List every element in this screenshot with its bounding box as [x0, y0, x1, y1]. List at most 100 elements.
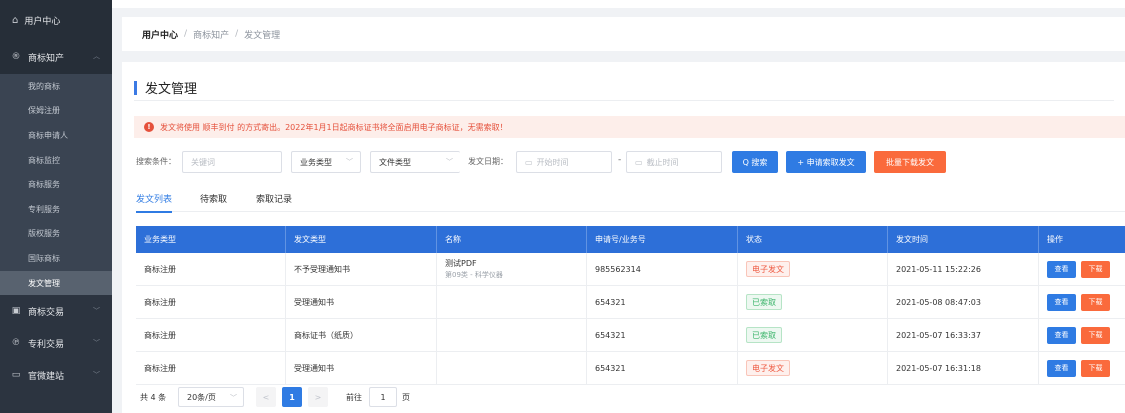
download-button[interactable]: 下载: [1081, 359, 1110, 377]
sidebar-item-my-trademarks[interactable]: 我的商标: [0, 74, 112, 99]
batch-download-button[interactable]: 批量下载发文: [874, 151, 946, 173]
view-button[interactable]: 查看: [1047, 293, 1076, 311]
biz-type-select[interactable]: 业务类型 ﹀: [291, 151, 361, 173]
sidebar-item-label: 用户中心: [24, 16, 61, 27]
sidebar-item-label: 商标服务: [28, 180, 60, 190]
breadcrumb-item-trademark[interactable]: 商标知产: [193, 28, 229, 41]
download-button[interactable]: 下载: [1081, 326, 1110, 344]
table-row: 商标注册 不予受理通知书 测试PDF 第09类 - 科学仪器 985562314…: [136, 253, 1125, 286]
cell-doc-type: 不予受理通知书: [286, 253, 437, 285]
breadcrumb-separator: /: [235, 29, 239, 39]
breadcrumb: 用户中心 / 商标知产 / 发文管理: [122, 17, 1125, 51]
sidebar-group-label: 商标知产: [28, 53, 65, 64]
col-header: 申请号/业务号: [587, 226, 738, 253]
date-label: 发文日期：: [468, 157, 508, 166]
search-button[interactable]: Q 搜索: [732, 151, 778, 173]
chevron-up-icon: ︿: [93, 52, 100, 60]
calendar-icon: ▭: [635, 157, 643, 167]
cell-name: [437, 352, 587, 384]
view-button[interactable]: 查看: [1047, 260, 1076, 278]
apply-request-button[interactable]: + 申请索取发文: [786, 151, 866, 173]
sidebar-item-label: 商标申请人: [28, 130, 68, 140]
view-button[interactable]: 查看: [1047, 326, 1076, 344]
registered-icon: ®: [11, 52, 21, 62]
search-label: 搜索条件：: [136, 157, 176, 166]
view-button[interactable]: 查看: [1047, 359, 1076, 377]
sidebar-group-label: 专利交易: [28, 339, 65, 350]
cell-actions: 查看 下载: [1039, 319, 1125, 351]
cell-biz: 商标注册: [136, 286, 286, 318]
sidebar-group-tm-trade[interactable]: ▣ 商标交易 ﹀: [0, 295, 112, 327]
tab-doc-list[interactable]: 发文列表: [136, 192, 173, 213]
sidebar-item-copyright-service[interactable]: 版权服务: [0, 221, 112, 247]
search-bar: 搜索条件： 关键词 业务类型 ﹀ 文件类型 ﹀ 发文日期： ▭ 开始时间 - ▭…: [136, 151, 1125, 173]
sidebar-item-nanny-register[interactable]: 保姆注册: [0, 98, 112, 124]
title-accent-bar: [134, 80, 137, 95]
page-size-select[interactable]: 20条/页 ﹀: [178, 387, 244, 407]
cell-time: 2021-05-07 16:31:18: [888, 352, 1039, 384]
sidebar-item-label: 保姆注册: [28, 106, 60, 116]
status-badge: 已索取: [746, 294, 782, 310]
tab-request-records[interactable]: 索取记录: [256, 192, 292, 211]
tab-pending[interactable]: 待索取: [200, 192, 227, 211]
home-icon: ⌂: [12, 14, 19, 26]
sidebar-item-label: 我的商标: [28, 81, 60, 91]
patent-icon: ℗: [11, 338, 21, 349]
biz-type-value: 业务类型: [300, 157, 332, 167]
sidebar-item-doc-management[interactable]: 发文管理: [0, 270, 112, 296]
sidebar-group-trademark[interactable]: ® 商标知产 ︿: [0, 40, 112, 74]
next-page-button[interactable]: >: [308, 387, 328, 407]
chevron-down-icon: ﹀: [346, 158, 353, 166]
col-header: 状态: [738, 226, 888, 253]
sidebar-item-applicant[interactable]: 商标申请人: [0, 123, 112, 148]
cell-actions: 查看 下载: [1039, 352, 1125, 384]
cell-time: 2021-05-11 15:22:26: [888, 253, 1039, 285]
col-header: 发文时间: [888, 226, 1039, 253]
col-header: 业务类型: [136, 226, 286, 253]
chevron-down-icon: ﹀: [446, 158, 453, 166]
goto-label: 前往: [346, 393, 362, 402]
cell-status: 电子发文: [738, 253, 888, 285]
cell-doc-type: 受理通知书: [286, 352, 437, 384]
start-date-input[interactable]: ▭ 开始时间: [516, 151, 612, 173]
breadcrumb-separator: /: [184, 29, 188, 39]
sidebar-item-monitor[interactable]: 商标监控: [0, 147, 112, 173]
sidebar-item-label: 发文管理: [28, 278, 60, 288]
sidebar-item-patent-service[interactable]: 专利服务: [0, 196, 112, 222]
table-row: 商标注册 受理通知书 654321 电子发文 2021-05-07 16:31:…: [136, 352, 1125, 385]
table-row: 商标注册 受理通知书 654321 已索取 2021-05-08 08:47:0…: [136, 286, 1125, 319]
breadcrumb-item-current: 发文管理: [244, 30, 281, 41]
shop-icon: ▣: [11, 306, 21, 317]
download-button[interactable]: 下载: [1081, 293, 1110, 311]
start-date-placeholder: 开始时间: [536, 157, 569, 167]
sidebar-item-intl-trademark[interactable]: 国际商标: [0, 246, 112, 271]
sidebar-item-label: 专利服务: [28, 204, 60, 214]
goto-page-input[interactable]: 1: [369, 387, 397, 407]
file-type-select[interactable]: 文件类型 ﹀: [370, 151, 460, 173]
page-number-current[interactable]: 1: [282, 387, 302, 407]
sidebar-group-patent-trade[interactable]: ℗ 专利交易 ﹀: [0, 327, 112, 359]
sidebar-item-tm-service[interactable]: 商标服务: [0, 172, 112, 197]
end-date-input[interactable]: ▭ 截止时间: [626, 151, 722, 173]
cell-name: [437, 319, 587, 351]
range-separator: -: [618, 155, 622, 165]
cell-status: 电子发文: [738, 352, 888, 384]
cell-biz: 商标注册: [136, 352, 286, 384]
keyword-input[interactable]: 关键词: [182, 151, 282, 173]
cell-app-no: 985562314: [587, 253, 738, 285]
prev-page-button[interactable]: <: [256, 387, 276, 407]
cell-time: 2021-05-08 08:47:03: [888, 286, 1039, 318]
table-row: 商标注册 商标证书（纸质） 654321 已索取 2021-05-07 16:3…: [136, 319, 1125, 352]
col-header: 发文类型: [286, 226, 437, 253]
sidebar-group-site-build[interactable]: ▭ 官微建站 ﹀: [0, 359, 112, 391]
name-main: 测试PDF: [445, 259, 477, 268]
pagination: 共 4 条 20条/页 ﹀ < 1 > 前往 1 页: [136, 387, 536, 407]
chevron-down-icon: ﹀: [93, 371, 100, 380]
status-badge: 电子发文: [746, 360, 790, 376]
download-button[interactable]: 下载: [1081, 260, 1110, 278]
breadcrumb-root[interactable]: 用户中心: [142, 28, 178, 41]
cell-name: [437, 286, 587, 318]
sidebar-group-label: 商标交易: [28, 307, 65, 318]
col-header: 操作: [1047, 235, 1063, 244]
sidebar-item-user-center[interactable]: ⌂ 用户中心: [0, 0, 112, 40]
